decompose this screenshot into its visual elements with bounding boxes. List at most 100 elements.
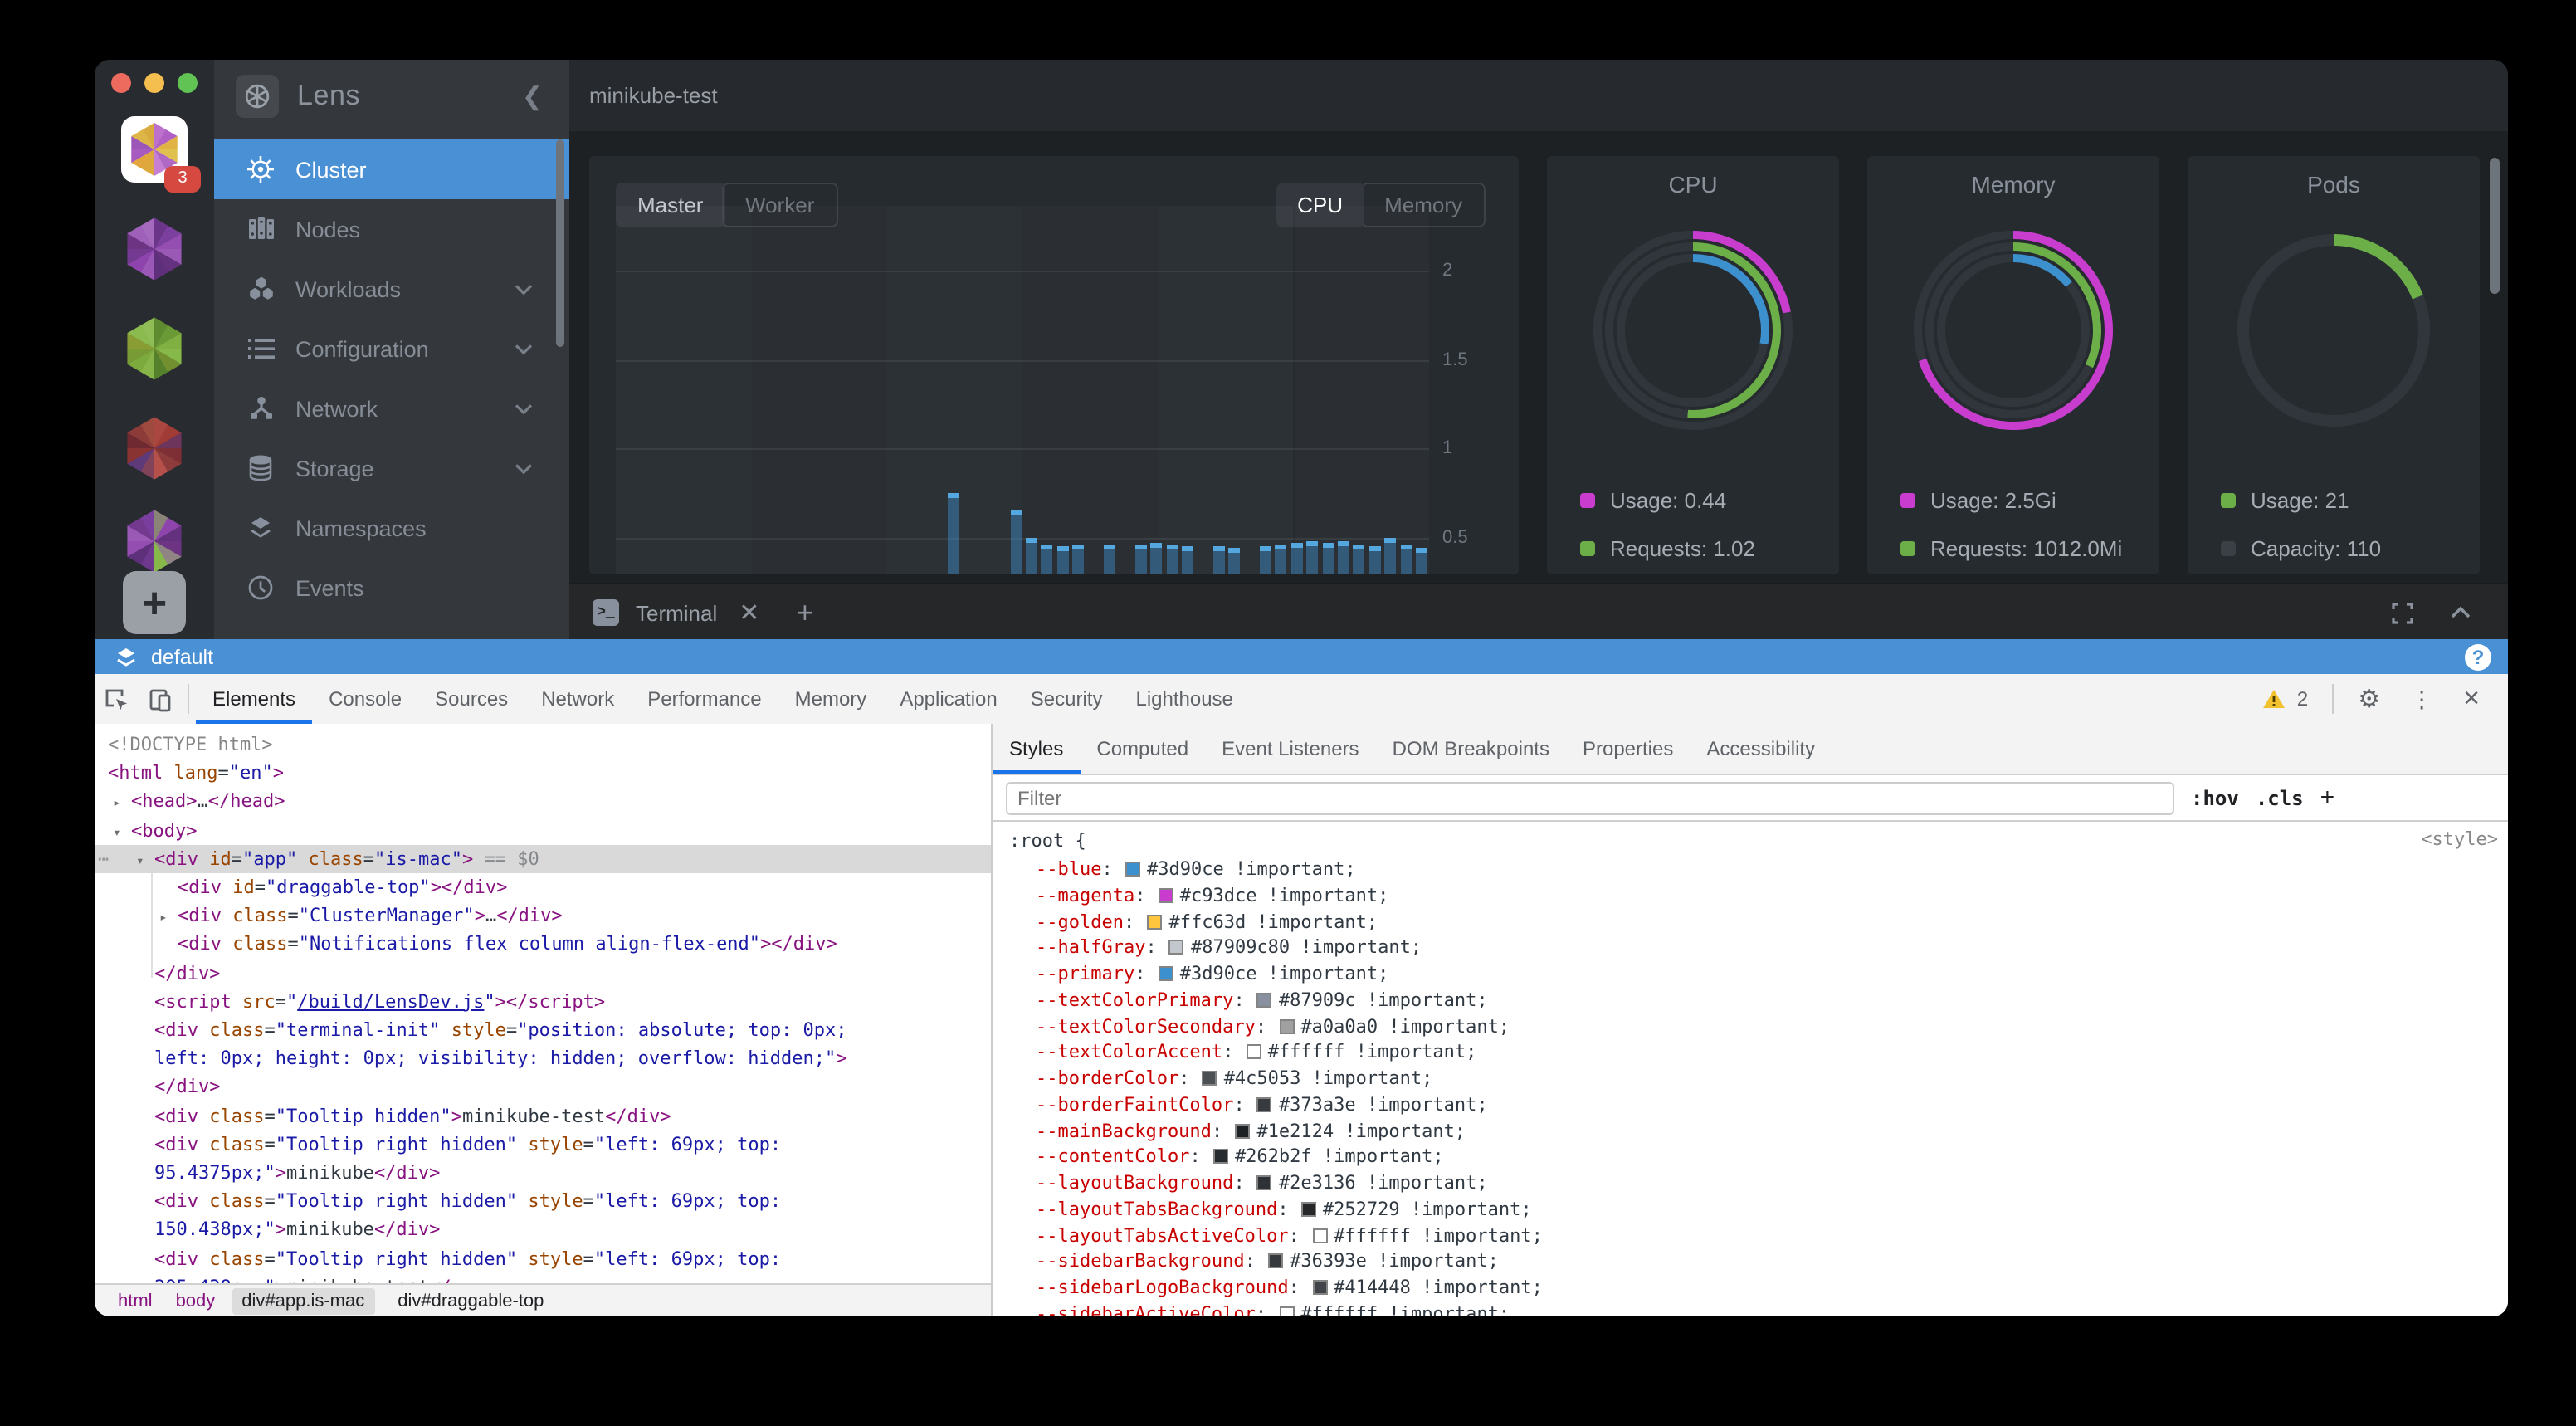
expand-arrow-icon[interactable]: ▸ — [113, 789, 121, 818]
color-swatch[interactable] — [1312, 1228, 1327, 1243]
css-property[interactable]: --primary: #3d90ce !important; — [1036, 961, 1388, 988]
dom-tree-node[interactable]: ⋯▾<div id="app" class="is-mac"> == $0 — [95, 845, 991, 873]
css-property[interactable]: --sidebarActiveColor: #ffffff !important… — [1036, 1301, 1510, 1317]
sidebar-item-storage[interactable]: Storage — [214, 438, 569, 498]
devtools-settings-icon[interactable]: ⚙ — [2346, 684, 2392, 714]
breadcrumb-item[interactable]: body — [176, 1292, 216, 1311]
breadcrumb-item[interactable]: div#app.is-mac — [232, 1288, 374, 1315]
dock-collapse-icon[interactable] — [2450, 606, 2471, 619]
dom-tree-node[interactable]: </div> — [95, 1073, 991, 1101]
styles-tab-styles[interactable]: Styles — [993, 725, 1080, 773]
devtools-tab-performance[interactable]: Performance — [631, 675, 778, 723]
styles-tab-dom-breakpoints[interactable]: DOM Breakpoints — [1376, 725, 1566, 773]
dom-tree-node[interactable]: 205.438px;">minikube-test</ — [95, 1273, 991, 1283]
dom-tree-node[interactable]: <div class="terminal-init" style="positi… — [95, 1016, 991, 1044]
inspect-element-icon[interactable] — [95, 686, 138, 711]
main-scrollbar[interactable] — [2490, 158, 2500, 294]
dom-tree-node[interactable]: <div id="draggable-top"></div> — [95, 873, 991, 901]
warning-icon[interactable] — [2262, 689, 2286, 709]
css-property[interactable]: --layoutBackground: #2e3136 !important; — [1036, 1170, 1488, 1197]
styles-tab-accessibility[interactable]: Accessibility — [1690, 725, 1832, 773]
color-swatch[interactable] — [1169, 940, 1184, 955]
new-style-rule-icon[interactable]: + — [2320, 784, 2335, 812]
css-property[interactable]: --contentColor: #262b2f !important; — [1036, 1145, 1444, 1171]
dom-tree-node[interactable]: <div class="Tooltip right hidden" style=… — [95, 1187, 991, 1215]
expand-arrow-icon[interactable]: ▾ — [136, 847, 144, 875]
warning-count[interactable]: 2 — [2297, 687, 2308, 711]
terminal-add-icon[interactable]: + — [796, 595, 813, 630]
dom-tree-node[interactable]: ▾<body> — [95, 816, 991, 844]
color-swatch[interactable] — [1159, 966, 1173, 981]
styles-filter-input[interactable] — [1006, 781, 2174, 814]
color-swatch[interactable] — [1279, 1306, 1294, 1317]
color-swatch[interactable] — [1312, 1280, 1327, 1295]
minimize-window-button[interactable] — [144, 73, 164, 93]
dom-tree-node[interactable]: ▸<head>…</head> — [95, 788, 991, 816]
css-property[interactable]: --borderColor: #4c5053 !important; — [1036, 1066, 1432, 1092]
color-swatch[interactable] — [1125, 862, 1140, 877]
namespace-bar[interactable]: default ? — [95, 639, 2508, 674]
color-swatch[interactable] — [1235, 1123, 1250, 1138]
devtools-tab-console[interactable]: Console — [312, 675, 418, 723]
devtools-tab-sources[interactable]: Sources — [418, 675, 524, 723]
stylesheet-source-link[interactable]: <style> — [2421, 828, 2498, 850]
css-property[interactable]: --golden: #ffc63d !important; — [1036, 909, 1378, 935]
cluster-rail-item[interactable] — [121, 508, 188, 574]
styles-tab-properties[interactable]: Properties — [1566, 725, 1690, 773]
css-property[interactable]: --borderFaintColor: #373a3e !important; — [1036, 1092, 1488, 1119]
css-property[interactable]: --textColorPrimary: #87909c !important; — [1036, 988, 1488, 1014]
color-swatch[interactable] — [1257, 1175, 1272, 1190]
color-swatch[interactable] — [1257, 993, 1272, 1008]
breadcrumb-item[interactable]: div#draggable-top — [398, 1292, 544, 1311]
sidebar-collapse-icon[interactable]: ❮ — [522, 81, 543, 110]
dom-tree-node[interactable]: 150.438px;">minikube</div> — [95, 1216, 991, 1244]
cluster-rail-item[interactable] — [121, 315, 188, 382]
sidebar-item-workloads[interactable]: Workloads — [214, 259, 569, 319]
devtools-tab-security[interactable]: Security — [1014, 675, 1120, 723]
dom-tree-node[interactable]: ▸<div class="ClusterManager">…</div> — [95, 901, 991, 930]
css-property[interactable]: --mainBackground: #1e2124 !important; — [1036, 1118, 1466, 1145]
color-swatch[interactable] — [1147, 914, 1162, 929]
cluster-rail-item[interactable]: 3 — [121, 116, 188, 183]
devtools-tab-application[interactable]: Application — [883, 675, 1013, 723]
dom-tree-node[interactable]: <script src="/build/LensDev.js"></script… — [95, 988, 991, 1016]
expand-arrow-icon[interactable]: ▾ — [113, 818, 121, 846]
close-window-button[interactable] — [111, 73, 131, 93]
devtools-tab-elements[interactable]: Elements — [196, 675, 312, 723]
color-swatch[interactable] — [1257, 1097, 1272, 1112]
chevron-down-icon[interactable] — [515, 462, 533, 474]
css-property[interactable]: --layoutTabsBackground: #252729 !importa… — [1036, 1197, 1532, 1223]
color-swatch[interactable] — [1247, 1045, 1261, 1060]
devtools-close-icon[interactable]: × — [2452, 682, 2491, 715]
color-swatch[interactable] — [1213, 1150, 1228, 1165]
dom-tree-node[interactable]: <html lang="en"> — [95, 759, 991, 787]
color-swatch[interactable] — [1159, 888, 1173, 903]
sidebar-item-namespaces[interactable]: Namespaces — [214, 498, 569, 558]
help-button[interactable]: ? — [2465, 643, 2491, 670]
css-property[interactable]: --blue: #3d90ce !important; — [1036, 857, 1356, 883]
css-property[interactable]: --sidebarLogoBackground: #414448 !import… — [1036, 1275, 1543, 1301]
pseudo-state-toggle[interactable]: :hov — [2191, 786, 2239, 809]
dom-tree-node[interactable]: <div class="Tooltip right hidden" style=… — [95, 1244, 991, 1272]
chevron-down-icon[interactable] — [515, 283, 533, 295]
cluster-rail-item[interactable] — [121, 415, 188, 481]
devtools-tab-memory[interactable]: Memory — [778, 675, 884, 723]
dom-tree-node[interactable]: </div> — [95, 959, 991, 987]
dom-tree-node[interactable]: 95.4375px;">minikube</div> — [95, 1159, 991, 1187]
sidebar-item-nodes[interactable]: Nodes — [214, 199, 569, 259]
device-toolbar-icon[interactable] — [138, 686, 181, 711]
color-swatch[interactable] — [1268, 1254, 1283, 1269]
chevron-down-icon[interactable] — [515, 403, 533, 414]
css-property[interactable]: --magenta: #c93dce !important; — [1036, 883, 1388, 910]
devtools-tab-network[interactable]: Network — [524, 675, 631, 723]
add-cluster-button[interactable]: + — [123, 571, 186, 634]
node-options-icon[interactable]: ⋯ — [98, 845, 109, 873]
chevron-down-icon[interactable] — [515, 343, 533, 354]
sidebar-item-cluster[interactable]: Cluster — [214, 139, 569, 199]
devtools-menu-icon[interactable]: ⋮ — [2398, 685, 2445, 713]
sidebar-item-events[interactable]: Events — [214, 558, 569, 618]
color-swatch[interactable] — [1203, 1071, 1217, 1086]
terminal-close-icon[interactable]: ✕ — [739, 598, 759, 628]
sidebar-item-network[interactable]: Network — [214, 378, 569, 438]
dock-fullscreen-icon[interactable] — [2392, 602, 2413, 623]
